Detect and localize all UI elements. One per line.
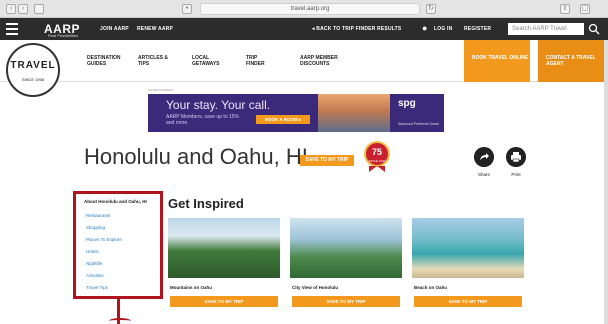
badge-text: SINCE 1940 xyxy=(368,159,386,163)
site-header: AARP Real Possibilities JOIN AARP RENEW … xyxy=(0,18,608,40)
ad-label: ADVERTISEMENT xyxy=(148,88,174,92)
reload-icon[interactable]: ↻ xyxy=(426,4,436,14)
ad-cta-button[interactable]: BOOK A ROOM ▸ xyxy=(256,115,310,124)
callout-pointer-base xyxy=(109,318,131,324)
card-save-button[interactable]: SAVE TO MY TRIP xyxy=(170,296,278,307)
renew-aarp-link[interactable]: RENEW AARP xyxy=(137,26,173,32)
book-travel-online-tab[interactable]: BOOK TRAVEL ONLINE xyxy=(464,40,530,82)
ad-photo xyxy=(318,94,390,132)
aarp-logo-tagline: Real Possibilities xyxy=(48,33,79,38)
user-icon: ● xyxy=(422,23,428,33)
sidebar-toggle-icon[interactable] xyxy=(34,4,44,14)
search-input[interactable]: Search AARP Travel xyxy=(508,23,584,35)
page-title: Honolulu and Oahu, HI xyxy=(84,144,308,169)
badge-ribbon xyxy=(369,166,385,172)
back-to-results-link[interactable]: ◂ BACK TO TRIP FINDER RESULTS xyxy=(312,26,401,32)
share-button[interactable] xyxy=(474,147,494,167)
ad-banner[interactable]: Your stay. Your call. AARP Members, save… xyxy=(148,94,444,132)
card-image-mountains[interactable] xyxy=(168,218,280,278)
ad-subline: AARP Members, save up to 15% and more. xyxy=(166,114,239,126)
address-bar[interactable]: travel.aarp.org xyxy=(200,3,420,15)
get-inspired-heading: Get Inspired xyxy=(168,196,244,211)
tabs-icon[interactable]: ▢ xyxy=(580,4,590,14)
print-button[interactable] xyxy=(506,147,526,167)
sidebar-item-restaurants[interactable]: Restaurants xyxy=(86,213,110,218)
scrollbar[interactable] xyxy=(604,40,608,324)
travel-logo-title: TRAVEL xyxy=(10,60,56,71)
print-label: Print xyxy=(511,172,521,177)
register-link[interactable]: REGISTER xyxy=(464,26,491,32)
nav-member-discounts[interactable]: AARP MEMBER DISCOUNTS xyxy=(300,55,348,67)
browser-toolbar: ‹ › • travel.aarp.org ↻ ⇧ ▢ xyxy=(0,0,608,18)
nav-trip-finder[interactable]: TRIP FINDER xyxy=(246,55,268,67)
card-image-beach[interactable] xyxy=(412,218,524,278)
contact-travel-agent-tab[interactable]: CONTACT A TRAVEL AGENT xyxy=(538,40,604,82)
sidebar-item-nightlife[interactable]: Nightlife xyxy=(86,261,102,266)
badge-number: 75 xyxy=(371,147,382,157)
sidebar-item-hotels[interactable]: Hotels xyxy=(86,249,99,254)
nav-destination-guides[interactable]: DESTINATION GUIDES xyxy=(87,55,127,67)
travel-logo[interactable]: TRAVEL SINCE 1958 xyxy=(6,43,60,97)
forward-arrow-icon[interactable]: › xyxy=(18,4,28,14)
ad-headline: Your stay. Your call. xyxy=(166,98,271,112)
join-aarp-link[interactable]: JOIN AARP xyxy=(100,26,129,32)
sidebar-item-activities[interactable]: Activities xyxy=(86,273,104,278)
nav-articles-tips[interactable]: ARTICLES & TIPS xyxy=(138,55,168,67)
search-icon[interactable] xyxy=(588,23,600,35)
sidebar-item-about[interactable]: About Honolulu and Oahu, HI xyxy=(84,199,147,204)
save-to-my-trip-button[interactable]: SAVE TO MY TRIP xyxy=(300,155,354,166)
back-arrow-icon[interactable]: ‹ xyxy=(6,4,16,14)
anniversary-badge: 75 SINCE 1940 xyxy=(364,141,390,167)
card-save-button[interactable]: SAVE TO MY TRIP xyxy=(414,296,522,307)
card-image-city-view[interactable] xyxy=(290,218,402,278)
card-save-button[interactable]: SAVE TO MY TRIP xyxy=(292,296,400,307)
card-caption[interactable]: Beach on Oahu xyxy=(414,285,447,290)
card-caption[interactable]: Mountains on Oahu xyxy=(170,285,212,290)
card-caption[interactable]: City View of Honolulu xyxy=(292,285,338,290)
login-link[interactable]: LOG IN xyxy=(434,26,452,32)
share-label: Share xyxy=(477,172,490,177)
ad-brand: spg xyxy=(398,98,416,109)
printer-icon xyxy=(513,152,519,155)
hamburger-menu-icon[interactable] xyxy=(6,23,18,35)
share-icon[interactable]: ⇧ xyxy=(560,4,570,14)
sidebar-item-travel-tips[interactable]: Travel Tips xyxy=(86,285,108,290)
lock-icon: • xyxy=(182,4,192,14)
travel-logo-sub: SINCE 1958 xyxy=(21,77,45,82)
nav-local-getaways[interactable]: LOCAL GETAWAYS xyxy=(192,55,222,67)
destination-sidebar: About Honolulu and Oahu, HI Restaurants … xyxy=(73,191,163,299)
sidebar-item-shopping[interactable]: Shopping xyxy=(86,225,105,230)
ad-brand-sub: Starwood Preferred Guest xyxy=(398,122,439,126)
sidebar-item-places-to-explore[interactable]: Places To Explore xyxy=(86,237,122,242)
